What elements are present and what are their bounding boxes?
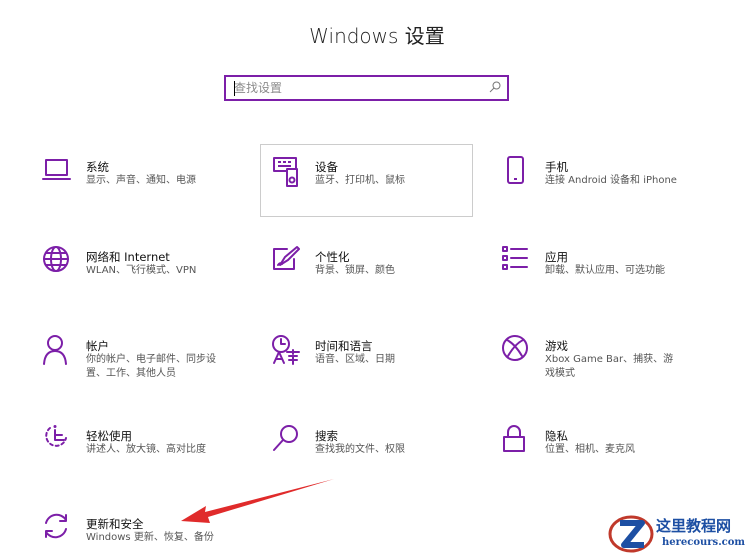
watermark-url: herecours.com bbox=[662, 537, 746, 548]
watermark: 这里教程网 herecours.com bbox=[608, 512, 754, 556]
annotation-arrow bbox=[181, 479, 334, 523]
watermark-logo-icon bbox=[608, 515, 654, 553]
watermark-text: 这里教程网 bbox=[656, 517, 732, 535]
